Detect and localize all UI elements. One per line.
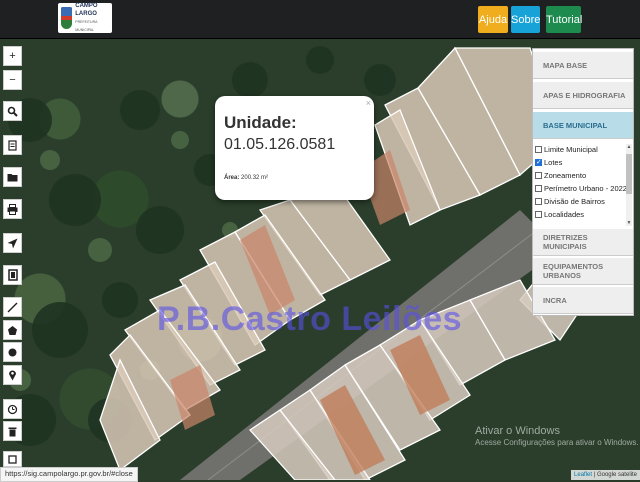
folder-icon: [7, 174, 18, 182]
auction-watermark: P.B.Castro Leilões: [157, 300, 463, 338]
section-incra[interactable]: INCRA: [533, 287, 633, 314]
zoom-in-button[interactable]: +: [3, 46, 22, 66]
layer-item[interactable]: Zoneamento: [535, 170, 586, 181]
document-icon: [8, 139, 17, 151]
layer-item[interactable]: Divisão de Bairros: [535, 196, 605, 207]
zoom-out-button[interactable]: −: [3, 70, 22, 90]
checkbox[interactable]: [535, 185, 542, 192]
section-mapa-base[interactable]: MAPA BASE: [533, 52, 633, 79]
close-icon[interactable]: ×: [366, 98, 371, 108]
locate-button[interactable]: [3, 233, 22, 253]
map-attribution: Leaflet | Google satelite: [571, 470, 640, 480]
draw-polygon-button[interactable]: [3, 320, 22, 340]
logo-subtitle: PREFEITURA MUNICIPAL: [75, 20, 98, 32]
imagery-source: | Google satelite: [593, 472, 637, 478]
bottom-tool-button[interactable]: [3, 451, 22, 467]
unit-code: 01.05.126.0581: [224, 136, 336, 153]
layer-page-button[interactable]: [3, 265, 22, 285]
locate-arrow-icon: [7, 238, 18, 248]
circle-icon: [8, 348, 17, 356]
area-label: Área:: [224, 175, 240, 181]
layer-item[interactable]: Perímetro Urbano - 2022: [535, 183, 627, 194]
scroll-down-icon[interactable]: ▼: [626, 220, 632, 226]
polygon-icon: [8, 325, 17, 335]
delete-button[interactable]: [3, 421, 22, 441]
checkbox[interactable]: [535, 172, 542, 179]
draw-marker-button[interactable]: [3, 365, 22, 385]
checkbox[interactable]: [535, 211, 542, 218]
section-equipamentos-urbanos[interactable]: EQUIPAMENTOS URBANOS: [533, 258, 633, 285]
layer-label: Divisão de Bairros: [544, 197, 605, 206]
edit-button[interactable]: [3, 399, 22, 419]
layer-label: Perímetro Urbano - 2022: [544, 184, 627, 193]
city-crest-icon: [61, 7, 73, 29]
scroll-thumb[interactable]: [626, 154, 632, 194]
windows-activation-notice: Ativar o Windows Acesse Configurações pa…: [475, 425, 639, 447]
section-apas-hidrografia[interactable]: APAS E HIDROGRAFIA: [533, 82, 633, 109]
layer-item[interactable]: Limite Municipal: [535, 144, 598, 155]
layer-label: Lotes: [544, 158, 563, 167]
layer-item[interactable]: Localidades: [535, 209, 584, 220]
section-base-municipal[interactable]: BASE MUNICIPAL: [533, 112, 633, 139]
clock-icon: [7, 404, 18, 414]
sobre-button[interactable]: Sobre: [511, 6, 540, 33]
scroll-up-icon[interactable]: ▲: [626, 144, 632, 150]
area-info: Área: 200.32 m²: [224, 175, 268, 181]
draw-circle-button[interactable]: [3, 342, 22, 362]
print-icon: [7, 203, 18, 215]
tutorial-button[interactable]: Tutorial: [546, 6, 582, 33]
activation-title: Ativar o Windows: [475, 425, 560, 437]
ajuda-button[interactable]: Ajuda: [478, 6, 508, 33]
logo-name: CAMPO LARGO: [75, 3, 98, 17]
bottom-tool-icon: [8, 454, 17, 464]
top-bar: CAMPO LARGO PREFEITURA MUNICIPAL Ajuda S…: [0, 0, 640, 39]
layer-item[interactable]: ✓ Lotes: [535, 157, 562, 168]
area-value: 200.32 m²: [241, 175, 269, 181]
measure-line-button[interactable]: [3, 297, 22, 317]
campo-largo-logo[interactable]: CAMPO LARGO PREFEITURA MUNICIPAL: [58, 3, 112, 33]
activation-subtitle: Acesse Configurações para ativar o Windo…: [475, 438, 639, 447]
layer-panel: MAPA BASE APAS E HIDROGRAFIA BASE MUNICI…: [532, 48, 634, 316]
checkbox[interactable]: [535, 146, 542, 153]
layer-list: Limite Municipal ✓ Lotes Zoneamento Perím…: [533, 142, 633, 230]
layer-list-scrollbar[interactable]: ▲ ▼: [626, 144, 632, 226]
popup-title: Unidade:: [224, 113, 297, 132]
layer-label: Limite Municipal: [544, 145, 598, 154]
section-diretrizes-municipais[interactable]: DIRETRIZES MUNICIPAIS: [533, 229, 633, 256]
trash-icon: [8, 427, 17, 436]
layer-page-icon: [7, 269, 18, 281]
pin-icon: [9, 370, 16, 381]
checkbox[interactable]: [535, 198, 542, 205]
leaflet-link[interactable]: Leaflet: [574, 472, 592, 478]
checkbox-checked[interactable]: ✓: [535, 159, 542, 166]
layer-label: Zoneamento: [544, 171, 587, 180]
layer-label: Localidades: [544, 210, 585, 219]
document-button[interactable]: [3, 135, 22, 155]
folder-button[interactable]: [3, 167, 22, 187]
print-button[interactable]: [3, 199, 22, 219]
search-icon: [7, 106, 18, 117]
search-button[interactable]: [3, 101, 22, 121]
lot-info-popup: × Unidade: 01.05.126.0581 Área: 200.32 m…: [215, 96, 374, 200]
measure-line-icon: [7, 302, 18, 312]
